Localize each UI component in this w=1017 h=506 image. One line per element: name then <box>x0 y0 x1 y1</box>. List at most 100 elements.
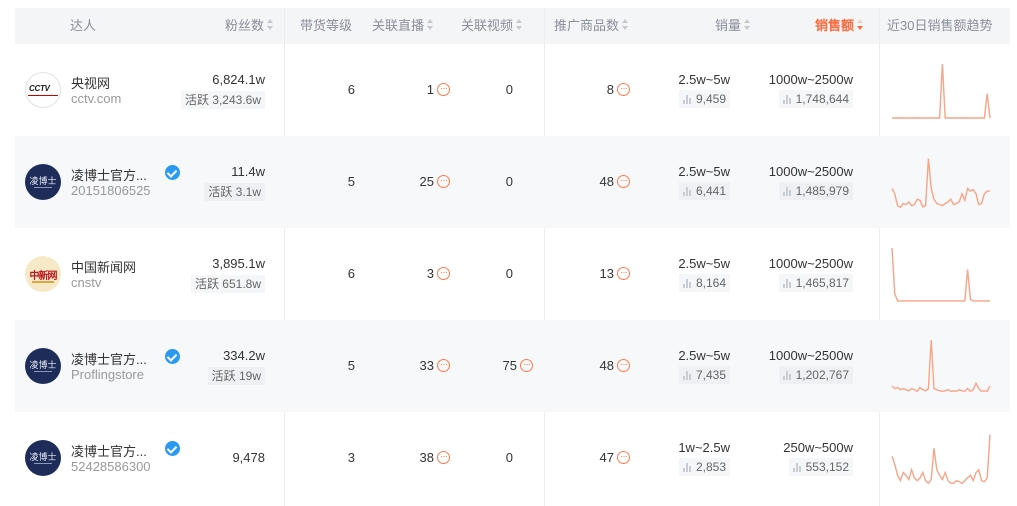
active-fans-badge: 活跃 3,243.6w <box>180 91 265 109</box>
bar-chart-icon <box>682 187 693 196</box>
table-row[interactable]: 凌博士 凌博士官方...20151806525 11.4w 活跃 3.1w 5 25 0 48… <box>15 136 1010 228</box>
video-count: 0 <box>455 80 513 100</box>
live-count[interactable]: 38 <box>385 447 450 468</box>
influencer-id: Proflingstore <box>71 367 144 382</box>
sales-volume-range: 1w~2.5w <box>678 440 730 455</box>
live-count-value: 25 <box>419 174 434 189</box>
header-sales-volume[interactable]: 销量 <box>640 8 752 44</box>
bar-chart-icon <box>782 187 793 196</box>
header-video[interactable]: 关联视频 <box>461 8 524 44</box>
header-live-label: 关联直播 <box>372 18 425 33</box>
active-fans-badge: 活跃 19w <box>207 367 265 385</box>
sort-icon[interactable] <box>622 19 630 31</box>
more-icon[interactable] <box>437 171 450 191</box>
sales-trend-sparkline[interactable] <box>891 60 991 120</box>
header-level: 带货等级 <box>299 18 352 33</box>
bar-chart-icon <box>782 95 793 104</box>
products-count-value: 48 <box>599 358 614 373</box>
influencer-name[interactable]: 凌博士官方... <box>71 165 147 184</box>
influencer-name[interactable]: 中国新闻网 <box>71 257 136 276</box>
header-video-label: 关联视频 <box>461 18 514 33</box>
avatar[interactable]: 中新网 <box>25 256 61 292</box>
live-count-value: 3 <box>426 266 434 281</box>
sales-volume-estimate: 7,435 <box>678 366 730 384</box>
live-count-value: 33 <box>419 358 434 373</box>
sort-icon[interactable] <box>267 19 275 31</box>
header-products-label: 推广商品数 <box>554 18 620 33</box>
avatar[interactable]: 凌博士 <box>25 164 61 200</box>
sales-trend-sparkline[interactable] <box>891 336 991 396</box>
header-products[interactable]: 推广商品数 <box>554 8 630 44</box>
sales-trend-sparkline[interactable] <box>891 244 991 304</box>
sales-amount-range: 1000w~2500w <box>768 256 853 271</box>
header-fans[interactable]: 粉丝数 <box>183 8 275 44</box>
sort-icon[interactable] <box>427 19 435 31</box>
sales-amount-range: 1000w~2500w <box>768 72 853 87</box>
more-icon[interactable] <box>617 79 630 99</box>
products-count-value: 13 <box>599 266 614 281</box>
header-fans-label: 粉丝数 <box>224 18 264 33</box>
products-count[interactable]: 8 <box>565 79 630 100</box>
influencer-name[interactable]: 凌博士官方... <box>71 441 147 460</box>
more-icon[interactable] <box>617 171 630 191</box>
header-influencer: 达人 <box>70 18 97 33</box>
sort-icon[interactable] <box>744 19 752 31</box>
level-value: 5 <box>347 358 355 373</box>
more-icon[interactable] <box>437 263 450 283</box>
sparkline-path <box>892 63 991 119</box>
table-row[interactable]: 凌博士 凌博士官方...52428586300 9,478 3 38 0 47 1w~2.5w… <box>15 412 1010 504</box>
live-count-value: 1 <box>426 82 434 97</box>
products-count[interactable]: 13 <box>565 263 630 284</box>
products-count[interactable]: 48 <box>565 355 630 376</box>
sales-volume-estimate: 2,853 <box>678 458 730 476</box>
more-icon[interactable] <box>617 263 630 283</box>
influencer-name[interactable]: 凌博士官方... <box>71 349 147 368</box>
influencer-table: 达人 粉丝数 带货等级 关联直播 关联视频 推广商品数 销量 销售额 近30日销… <box>15 0 1010 506</box>
avatar[interactable]: CCTV <box>25 72 61 108</box>
products-count[interactable]: 48 <box>565 171 630 192</box>
more-icon[interactable] <box>520 355 533 375</box>
active-fans-badge: 活跃 3.1w <box>204 183 265 201</box>
sales-trend-sparkline[interactable] <box>891 428 991 488</box>
more-icon[interactable] <box>617 355 630 375</box>
sort-icon[interactable] <box>516 19 524 31</box>
avatar[interactable]: 凌博士 <box>25 348 61 384</box>
sparkline-path <box>891 247 990 302</box>
table-row[interactable]: CCTV 央视网cctv.com 6,824.1w 活跃 3,243.6w 6 1 0 8 2.… <box>15 44 1010 136</box>
level-value: 3 <box>347 450 355 465</box>
avatar[interactable]: 凌博士 <box>25 440 61 476</box>
more-icon[interactable] <box>617 447 630 467</box>
products-count[interactable]: 47 <box>565 447 630 468</box>
table-row[interactable]: 中新网 中国新闻网cnstv 3,895.1w 活跃 651.8w 6 3 0 13 2.5w~… <box>15 228 1010 320</box>
active-fans-badge: 活跃 651.8w <box>190 275 265 293</box>
video-count[interactable]: 75 <box>455 355 533 376</box>
live-count[interactable]: 25 <box>385 171 450 192</box>
more-icon[interactable] <box>437 79 450 99</box>
live-count[interactable]: 33 <box>385 355 450 376</box>
header-sales-volume-label: 销量 <box>714 18 741 33</box>
sales-amount-estimate: 553,152 <box>788 458 853 476</box>
live-count[interactable]: 3 <box>385 263 450 284</box>
influencer-id: 52428586300 <box>71 459 151 474</box>
bar-chart-icon <box>682 463 693 472</box>
logo-stripe <box>34 463 52 464</box>
sparkline-path <box>891 434 991 485</box>
sales-volume-estimate-value: 9,459 <box>695 92 726 106</box>
sales-volume-range: 2.5w~5w <box>678 256 730 271</box>
influencer-id: cctv.com <box>71 91 122 106</box>
avatar-logo-text: 凌博士 <box>29 360 57 370</box>
more-icon[interactable] <box>437 447 450 467</box>
live-count-value: 38 <box>419 450 434 465</box>
bar-chart-icon <box>782 371 793 380</box>
bar-chart-icon <box>682 371 693 380</box>
sort-desc-icon[interactable] <box>857 19 865 31</box>
bar-chart-icon <box>682 279 693 288</box>
header-sales-amount[interactable]: 销售额 <box>760 8 865 44</box>
header-live[interactable]: 关联直播 <box>372 8 435 44</box>
influencer-name[interactable]: 央视网 <box>71 73 110 92</box>
live-count[interactable]: 1 <box>385 79 450 100</box>
sales-trend-sparkline[interactable] <box>891 152 991 212</box>
table-row[interactable]: 凌博士 凌博士官方...Proflingstore 334.2w 活跃 19w 5 33 7… <box>15 320 1010 412</box>
products-count-value: 47 <box>599 450 614 465</box>
more-icon[interactable] <box>437 355 450 375</box>
